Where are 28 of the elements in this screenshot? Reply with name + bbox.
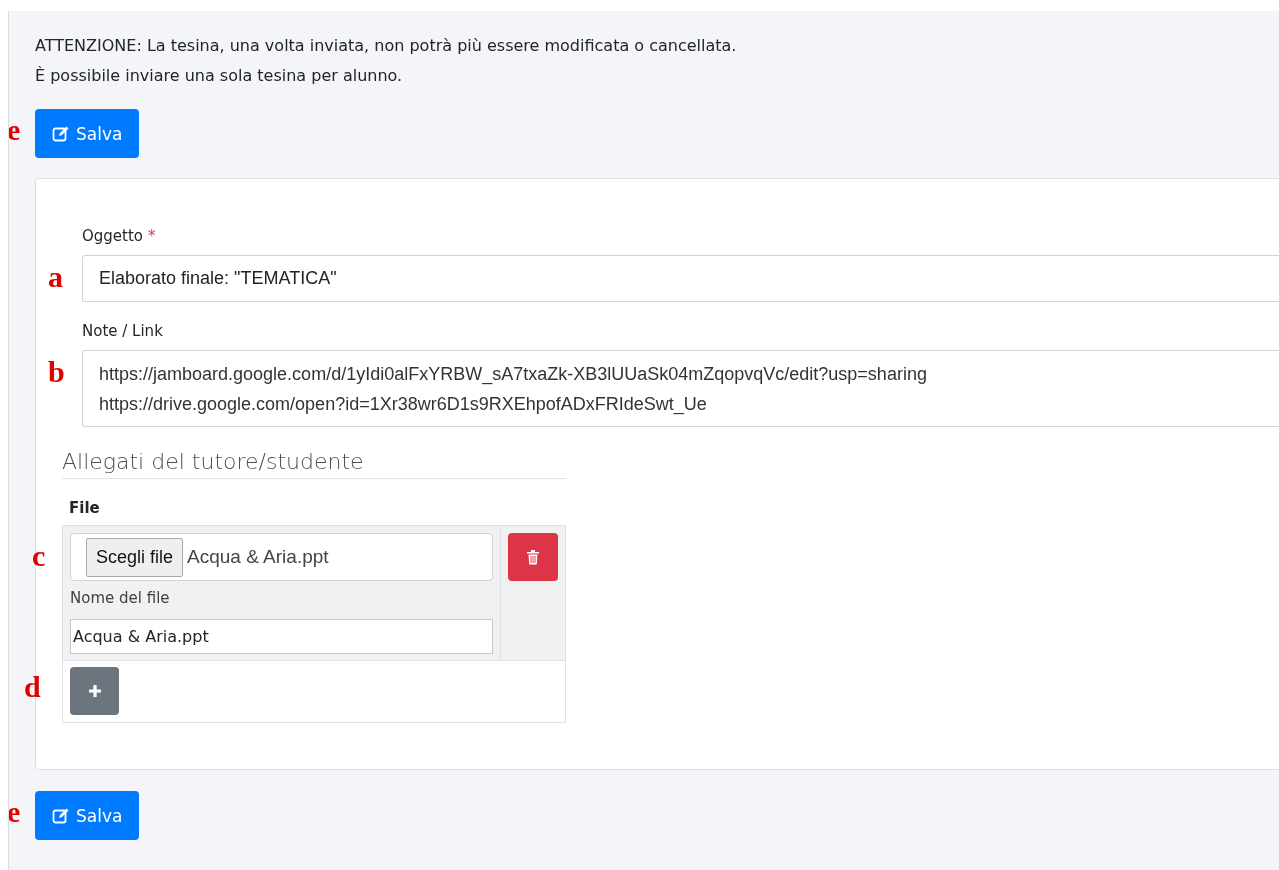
callout-letter: b	[48, 357, 65, 387]
save-button[interactable]: Salva	[35, 791, 140, 840]
callout-letter: a	[48, 262, 63, 292]
trash-icon	[526, 549, 540, 565]
link-text: https://jamboard.google.com/d/1yIdi0alFxYRBW_sA7txaZk-XB3lUUaSk04mZqopvqVc/edit?usp=sharing	[99, 363, 927, 387]
notes-field[interactable]: https://jamboard.google.com/d/1yIdi0alFxYRBW_sA7txaZk-XB3lUUaSk04mZqopvqVc/edit?usp=sharing https://drive.google.com/open?id=1Xr38wr6D1s9RXEhpofADxFRIdeSwt_Ue	[82, 350, 1279, 427]
callout-letter: d	[24, 672, 41, 702]
file-name: Acqua & Aria.ppt	[187, 546, 329, 568]
file-field[interactable]: Scegli file Acqua & Aria.ppt	[70, 533, 493, 581]
required-mark: *	[148, 227, 156, 245]
choose-file-button[interactable]: Scegli file	[86, 537, 184, 577]
notice-text: ATTENZIONE: La tesina, una volta inviata, non potrà più essere modificata o cancellata.	[35, 35, 738, 57]
add-button[interactable]	[70, 667, 119, 715]
column-header: File	[68, 498, 100, 519]
field-label: Note / Link	[82, 322, 163, 340]
section-heading: Allegati del tutore/studente	[62, 449, 364, 474]
notice-text: È possibile inviare una sola tesina per alunno.	[35, 65, 404, 87]
save-button[interactable]: Salva	[35, 109, 140, 158]
field-label: Oggetto	[82, 227, 144, 245]
plus-icon	[87, 684, 102, 698]
link-text: https://drive.google.com/open?id=1Xr38wr6D1s9RXEhpofADxFRIdeSwt_Ue	[99, 393, 707, 417]
field-label: Nome del file	[70, 588, 170, 609]
callout-letter: c	[32, 541, 46, 571]
edit-icon	[52, 807, 69, 824]
subject-field[interactable]: Elaborato finale: "TEMATICA"	[82, 255, 1279, 302]
edit-icon	[52, 125, 69, 142]
file-name-field[interactable]: Acqua & Aria.ppt	[70, 619, 493, 654]
delete-button[interactable]	[508, 533, 558, 581]
